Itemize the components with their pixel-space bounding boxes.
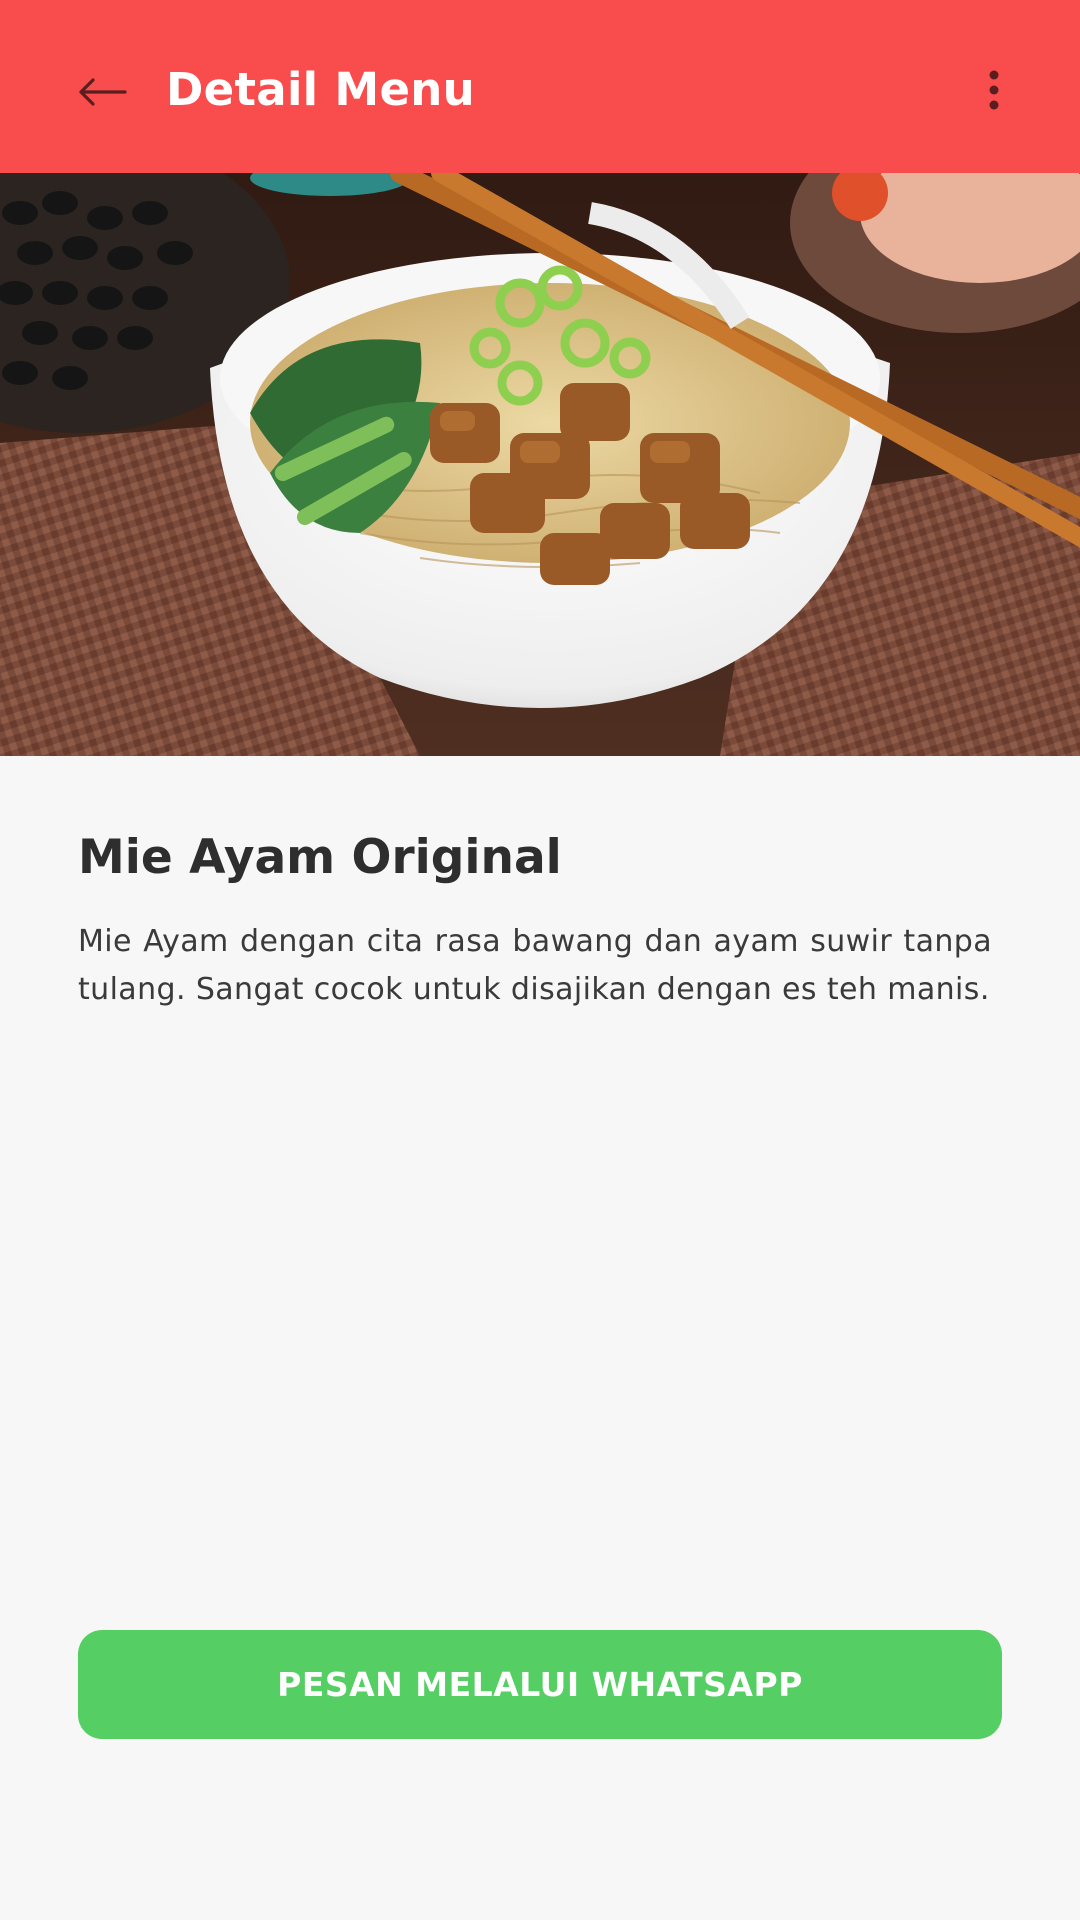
back-button[interactable] [62, 52, 142, 132]
menu-hero-image [0, 173, 1080, 756]
menu-name: Mie Ayam Original [78, 830, 562, 885]
more-options-button[interactable] [966, 60, 1022, 120]
page-title: Detail Menu [166, 63, 475, 116]
order-whatsapp-button[interactable]: PESAN MELALUI WHATSAPP [78, 1630, 1002, 1739]
menu-description: Mie Ayam dengan cita rasa bawang dan aya… [78, 924, 992, 1007]
app-bar: Detail Menu [0, 0, 1080, 173]
arrow-left-icon [79, 78, 127, 106]
more-vertical-icon [989, 70, 999, 110]
detail-menu-screen: Detail Menu Mie Ayam Original Mie Ayam d… [0, 0, 1080, 1920]
